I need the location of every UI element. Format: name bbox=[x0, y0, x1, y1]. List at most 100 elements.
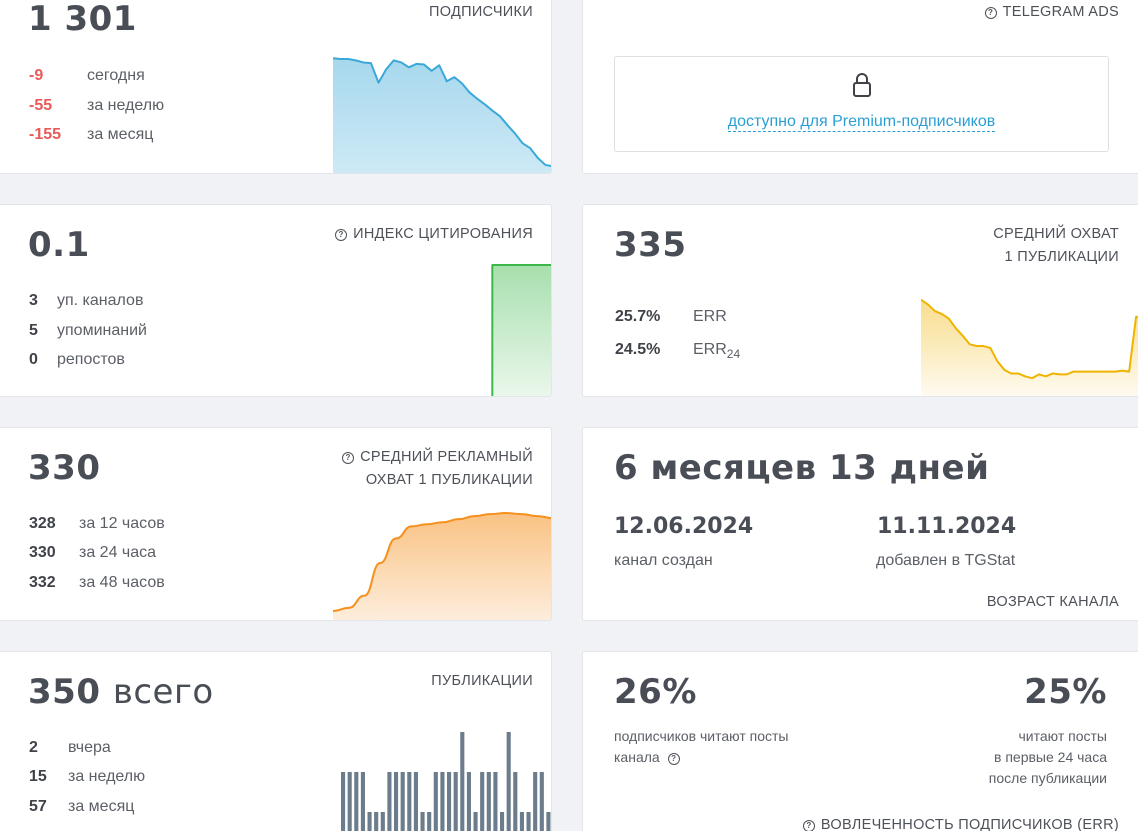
subscribers-month-label: за месяц bbox=[87, 126, 154, 143]
publications-week-value: 15 bbox=[29, 768, 47, 785]
publications-bar[interactable] bbox=[413, 772, 418, 831]
publications-bar[interactable] bbox=[533, 772, 538, 831]
publications-bar[interactable] bbox=[341, 772, 346, 831]
publications-bar[interactable] bbox=[493, 772, 498, 831]
ad-reach-card[interactable]: 330 ? СРЕДНИЙ РЕКЛАМНЫЙ ОХВАТ 1 ПУБЛИКАЦИ… bbox=[0, 427, 552, 621]
question-icon[interactable]: ? bbox=[802, 820, 815, 831]
publications-bar[interactable] bbox=[374, 812, 379, 831]
publications-bar[interactable] bbox=[354, 772, 359, 831]
err24-label-text: ERR bbox=[693, 341, 727, 358]
question-icon[interactable]: ? bbox=[667, 753, 680, 765]
channel-age-value: 6 месяцев 13 дней bbox=[614, 448, 990, 488]
publications-bar[interactable] bbox=[347, 772, 352, 831]
question-icon[interactable]: ? bbox=[984, 7, 997, 19]
publications-bar[interactable] bbox=[473, 812, 478, 831]
publications-week-label: за неделю bbox=[68, 768, 146, 785]
err24-label-sub: 24 bbox=[726, 347, 741, 362]
channel-age-label: ВОЗРАСТ КАНАЛА bbox=[986, 594, 1119, 610]
publications-bar[interactable] bbox=[367, 812, 372, 831]
added-date: 11.11.2024 bbox=[877, 514, 1017, 539]
engagement-label-text: ВОВЛЕЧЕННОСТЬ ПОДПИСЧИКОВ (ERR) bbox=[820, 817, 1119, 831]
subscribers-week-value: -55 bbox=[29, 97, 53, 114]
err-value: 25.7% bbox=[615, 308, 661, 325]
engagement-right-value: 25% bbox=[1024, 672, 1107, 712]
citation-card[interactable]: 0.1 ? ИНДЕКС ЦИТИРОВАНИЯ 3 уп. каналов 5 … bbox=[0, 204, 552, 397]
telegram-ads-label-text: TELEGRAM ADS bbox=[1002, 4, 1119, 20]
subscribers-value: 1 301 bbox=[28, 0, 137, 39]
publications-bar[interactable] bbox=[526, 812, 531, 831]
engagement-right-line3: после публикации bbox=[988, 770, 1107, 786]
publications-yesterday-label: вчера bbox=[68, 739, 111, 756]
citation-mentions-label: упоминаний bbox=[57, 322, 147, 339]
publications-bar[interactable] bbox=[460, 732, 465, 831]
citation-mentions-value: 5 bbox=[29, 322, 38, 339]
citation-chart[interactable] bbox=[333, 263, 552, 397]
telegram-ads-card: ? TELEGRAM ADS доступно для Premium-подпи… bbox=[582, 0, 1138, 174]
publications-bar[interactable] bbox=[394, 772, 399, 831]
publications-label: ПУБЛИКАЦИИ bbox=[431, 673, 533, 689]
ad-reach-24h-value: 330 bbox=[29, 544, 56, 561]
publications-bar[interactable] bbox=[546, 812, 551, 831]
avg-reach-chart[interactable] bbox=[921, 295, 1138, 397]
publications-bar[interactable] bbox=[539, 772, 544, 831]
publications-bar[interactable] bbox=[513, 772, 518, 831]
publications-bar[interactable] bbox=[440, 772, 445, 831]
avg-reach-label-line2: 1 ПУБЛИКАЦИИ bbox=[1004, 249, 1119, 265]
publications-bar[interactable] bbox=[466, 772, 471, 831]
publications-month-label: за месяц bbox=[68, 798, 135, 815]
lock-icon bbox=[853, 73, 871, 97]
publications-bar[interactable] bbox=[380, 812, 385, 831]
channel-age-card: 6 месяцев 13 дней 12.06.2024 канал созда… bbox=[582, 427, 1138, 621]
publications-value: 350 всего bbox=[28, 672, 214, 712]
publications-card[interactable]: 350 всего ПУБЛИКАЦИИ 2 вчера 15 за недел… bbox=[0, 651, 552, 831]
publications-bar[interactable] bbox=[427, 812, 432, 831]
publications-bar[interactable] bbox=[506, 732, 511, 831]
citation-trend-area bbox=[492, 265, 551, 396]
publications-total-suffix: всего bbox=[112, 672, 214, 712]
subscribers-month-value: -155 bbox=[29, 126, 62, 143]
publications-total: 350 bbox=[28, 672, 101, 712]
ad-reach-label: ? СРЕДНИЙ РЕКЛАМНЫЙ ОХВАТ 1 ПУБЛИКАЦИИ bbox=[342, 446, 533, 492]
publications-bar[interactable] bbox=[407, 772, 412, 831]
premium-link[interactable]: доступно для Premium-подписчиков bbox=[615, 113, 1108, 132]
publications-bar[interactable] bbox=[447, 772, 452, 831]
ad-reach-label-line1-wrap: ? СРЕДНИЙ РЕКЛАМНЫЙ bbox=[342, 446, 533, 469]
err-label: ERR bbox=[693, 308, 727, 325]
added-label: добавлен в TGStat bbox=[876, 552, 1016, 569]
engagement-right-line1: читают посты bbox=[1018, 728, 1108, 744]
subscribers-today-value: -9 bbox=[29, 67, 44, 84]
question-icon[interactable]: ? bbox=[342, 452, 355, 464]
avg-reach-card[interactable]: 335 СРЕДНИЙ ОХВАТ 1 ПУБЛИКАЦИИ 25.7% ERR… bbox=[582, 204, 1138, 397]
avg-reach-trend-area bbox=[921, 299, 1138, 396]
publications-bar[interactable] bbox=[387, 772, 392, 831]
publications-bar[interactable] bbox=[486, 772, 491, 831]
subscribers-trend-area bbox=[333, 58, 551, 173]
publications-bar[interactable] bbox=[400, 772, 405, 831]
subscribers-today-label: сегодня bbox=[87, 67, 145, 84]
premium-link-text[interactable]: доступно для Premium-подписчиков bbox=[727, 113, 996, 132]
publications-bar[interactable] bbox=[453, 772, 458, 831]
subscribers-card[interactable]: 1 301 ПОДПИСЧИКИ -9 сегодня -55 за недел… bbox=[0, 0, 552, 174]
publications-bar[interactable] bbox=[360, 772, 365, 831]
subscribers-chart[interactable] bbox=[333, 52, 552, 174]
publications-month-value: 57 bbox=[29, 798, 47, 815]
engagement-left-line2-wrap: канала ? bbox=[614, 747, 788, 768]
created-date: 12.06.2024 bbox=[614, 514, 754, 539]
err24-value: 24.5% bbox=[615, 341, 661, 358]
avg-reach-label-line1: СРЕДНИЙ ОХВАТ bbox=[993, 226, 1119, 242]
engagement-left-value: 26% bbox=[614, 672, 697, 712]
citation-channels-label: уп. каналов bbox=[57, 292, 144, 309]
publications-bar[interactable] bbox=[433, 772, 438, 831]
engagement-left-line1: подписчиков читают посты bbox=[614, 728, 789, 744]
question-icon[interactable]: ? bbox=[335, 229, 348, 241]
publications-chart[interactable] bbox=[341, 732, 552, 831]
citation-label: ? ИНДЕКС ЦИТИРОВАНИЯ bbox=[335, 223, 533, 246]
engagement-right-line2: в первые 24 часа bbox=[994, 749, 1107, 765]
publications-bar[interactable] bbox=[500, 812, 505, 831]
ad-reach-chart[interactable] bbox=[333, 506, 552, 621]
publications-bar[interactable] bbox=[420, 812, 425, 831]
engagement-left-text: подписчиков читают посты канала ? bbox=[614, 726, 788, 768]
publications-bar[interactable] bbox=[519, 812, 524, 831]
avg-reach-value: 335 bbox=[614, 225, 687, 265]
publications-bar[interactable] bbox=[480, 772, 485, 831]
